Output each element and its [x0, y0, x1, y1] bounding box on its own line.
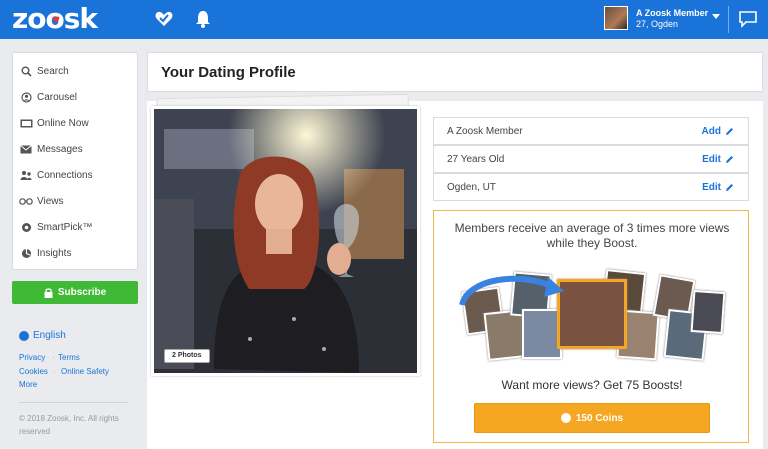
edit-age-button[interactable]: Edit	[702, 154, 734, 165]
sidebar-item-search[interactable]: Search	[19, 61, 133, 81]
zoosk-logo[interactable]: zoosk ♥	[12, 3, 98, 35]
sidebar-item-label: Insights	[37, 247, 72, 259]
pencil-icon	[726, 128, 733, 135]
coins-label: 150 Coins	[575, 412, 624, 424]
sidebar: Search Carousel Online Now Messages Conn…	[12, 52, 138, 270]
info-row-age: 27 Years Old Edit	[433, 145, 749, 173]
user-age-location: 27, Ogden	[636, 19, 679, 29]
sidebar-divider	[19, 402, 128, 403]
pencil-icon	[726, 156, 733, 163]
sidebar-item-label: Carousel	[37, 91, 78, 103]
action-label: Edit	[702, 182, 721, 193]
smartpick-icon	[19, 221, 33, 233]
sidebar-item-label: Online Now	[37, 117, 89, 129]
language-label: English	[33, 330, 66, 341]
glasses-icon	[19, 195, 33, 207]
online-icon	[19, 117, 33, 129]
globe-icon	[19, 330, 29, 341]
avatar	[604, 6, 628, 30]
envelope-icon	[19, 143, 33, 155]
profile-thumbnail	[690, 289, 726, 335]
sidebar-item-messages[interactable]: Messages	[19, 139, 133, 159]
user-name: A Zoosk Member	[636, 8, 709, 18]
info-label: A Zoosk Member	[447, 126, 523, 137]
sidebar-item-views[interactable]: Views	[19, 191, 133, 211]
sidebar-item-online-now[interactable]: Online Now	[19, 113, 133, 133]
coin-icon	[560, 413, 571, 423]
subscribe-label: Subscribe	[57, 287, 107, 298]
cookies-link[interactable]: Cookies	[19, 367, 48, 376]
boost-description: Members receive an average of 3 times mo…	[454, 221, 730, 250]
copyright: © 2018 Zoosk, Inc. All rights reserved	[19, 414, 119, 436]
top-bar: zoosk ♥ A Zoosk Member 27, Ogden	[0, 0, 768, 39]
more-link[interactable]: More	[19, 380, 37, 389]
connections-icon	[19, 169, 33, 181]
page-header: Your Dating Profile	[147, 52, 763, 92]
logo-heart-icon: ♥	[52, 16, 60, 26]
info-label: 27 Years Old	[447, 154, 505, 165]
boost-arrow-icon	[459, 275, 564, 307]
chevron-down-icon	[712, 14, 720, 19]
boost-promo: Members receive an average of 3 times mo…	[433, 210, 749, 443]
insights-icon	[19, 247, 33, 259]
pencil-icon	[726, 184, 733, 191]
profile-photo[interactable]	[151, 106, 420, 376]
boost-cta: Want more views? Get 75 Boosts!	[501, 378, 683, 392]
page-title: Your Dating Profile	[161, 64, 296, 81]
edit-location-button[interactable]: Edit	[702, 182, 734, 193]
link-separator: ·	[53, 367, 56, 376]
sidebar-item-insights[interactable]: Insights	[19, 243, 133, 263]
profile-thumbnail	[522, 309, 562, 359]
chat-icon[interactable]	[738, 10, 758, 28]
sidebar-item-smartpick[interactable]: SmartPick™	[19, 217, 133, 237]
sidebar-item-label: Views	[37, 195, 64, 207]
online-safety-link[interactable]: Online Safety	[61, 367, 109, 376]
add-name-button[interactable]: Add	[702, 126, 734, 137]
search-icon	[19, 65, 33, 77]
lock-icon	[44, 287, 53, 298]
terms-link[interactable]: Terms	[58, 353, 80, 362]
link-separator: ·	[52, 353, 55, 362]
language-selector[interactable]: English	[19, 330, 66, 341]
action-label: Add	[701, 126, 721, 137]
info-label: Ogden, UT	[447, 182, 496, 193]
sidebar-item-label: Search	[37, 65, 69, 77]
sidebar-item-connections[interactable]: Connections	[19, 165, 133, 185]
carousel-icon	[19, 91, 33, 103]
sidebar-item-label: SmartPick™	[37, 221, 93, 233]
action-label: Edit	[702, 154, 721, 165]
heart-check-icon[interactable]	[154, 9, 174, 29]
info-row-name: A Zoosk Member Add	[433, 117, 749, 145]
profile-photo-image	[154, 109, 417, 373]
info-row-location: Ogden, UT Edit	[433, 173, 749, 201]
sidebar-item-label: Connections	[37, 169, 93, 181]
divider	[728, 6, 729, 33]
sidebar-item-label: Messages	[37, 143, 83, 155]
sidebar-item-carousel[interactable]: Carousel	[19, 87, 133, 107]
privacy-link[interactable]: Privacy	[19, 353, 45, 362]
subscribe-button[interactable]: Subscribe	[12, 281, 138, 304]
photo-count-badge[interactable]: 2 Photos	[164, 349, 210, 363]
buy-boosts-button[interactable]: 150 Coins	[474, 403, 710, 433]
bell-icon[interactable]	[193, 9, 213, 29]
